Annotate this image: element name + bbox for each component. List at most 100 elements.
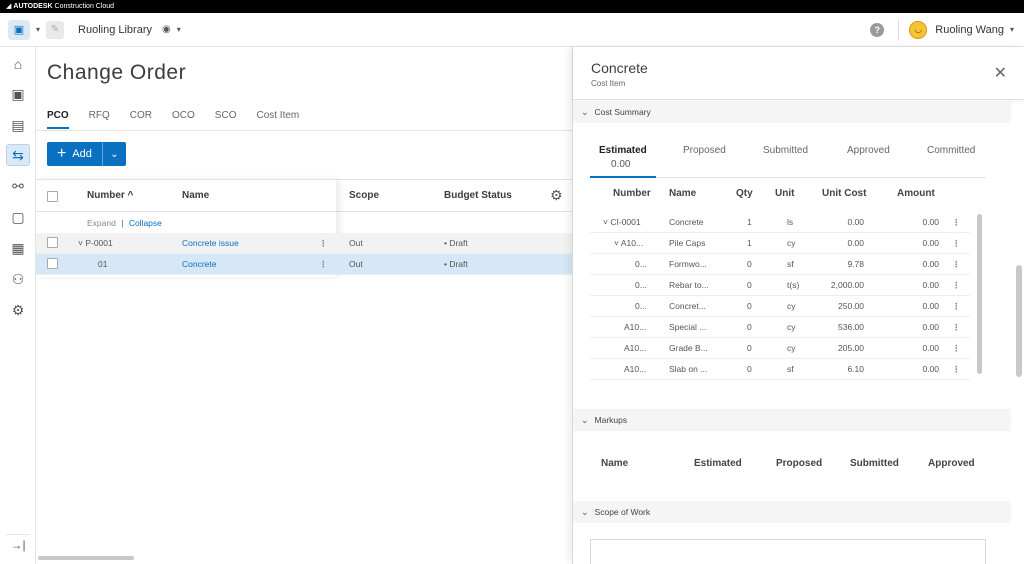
row-number[interactable]: ˅ P-0001 (78, 238, 113, 248)
nav-home[interactable]: ⌂ (6, 53, 30, 75)
table-row[interactable]: 01 Concrete ⋮ Out • Draft (36, 254, 572, 275)
nav-project[interactable]: ▣ (6, 83, 30, 105)
markup-column-proposed: Proposed (776, 458, 823, 469)
tab-sco[interactable]: SCO (215, 110, 237, 129)
column-number[interactable]: Number (613, 188, 651, 199)
cost-row-menu-icon[interactable]: ⋮ (952, 343, 961, 354)
tab-oco[interactable]: OCO (172, 110, 195, 129)
expand-link[interactable]: Expand (87, 218, 116, 228)
cost-row[interactable]: A10... Slab on ... 0 sf 6.10 0.00 ⋮ (590, 359, 970, 380)
module-switcher-chevron-icon[interactable]: ▾ (36, 25, 40, 34)
globe-icon[interactable]: ◉ (162, 24, 171, 35)
add-dropdown-button[interactable]: ⌄ (101, 142, 126, 166)
cost-row-qty: 1 (747, 238, 752, 248)
avatar[interactable]: ◡ (909, 20, 928, 39)
markup-column-approved: Approved (928, 458, 975, 469)
cost-row-menu-icon[interactable]: ⋮ (952, 301, 961, 312)
collapse-icon: →| (10, 537, 26, 552)
user-menu-chevron-icon[interactable]: ▾ (1010, 25, 1014, 34)
horizontal-scrollbar[interactable] (38, 556, 134, 560)
section-markups[interactable]: ⌄ Markups (573, 409, 1011, 431)
nav-insight[interactable]: ⚯ (6, 175, 30, 197)
panel-scrollbar[interactable] (1016, 265, 1022, 377)
cost-item-panel: Concrete Cost Item ✕ ⌄ Cost Summary Esti… (572, 47, 1024, 564)
cost-row-unit-cost: 205.00 (838, 343, 864, 353)
project-name[interactable]: Ruoling Library (78, 24, 152, 36)
cost-row-amount: 0.00 (922, 322, 939, 332)
cost-row[interactable]: 0... Rebar to... 0 t(s) 2,000.00 0.00 ⋮ (590, 275, 970, 296)
scope-of-work-editor[interactable] (590, 539, 986, 564)
tab-cost-item[interactable]: Cost Item (256, 110, 299, 129)
tab-committed[interactable]: Committed (927, 145, 975, 156)
close-icon[interactable]: ✕ (994, 63, 1007, 83)
column-unit-cost[interactable]: Unit Cost (822, 188, 866, 199)
row-checkbox[interactable] (47, 237, 58, 248)
row-name-link[interactable]: Concrete issue (182, 238, 239, 248)
cost-row-number: 0... (635, 259, 647, 269)
column-scope[interactable]: Scope (349, 190, 379, 201)
project-chevron-icon[interactable]: ▾ (177, 25, 181, 34)
cost-row[interactable]: 0... Concret... 0 cy 250.00 0.00 ⋮ (590, 296, 970, 317)
cost-row-menu-icon[interactable]: ⋮ (952, 259, 961, 270)
cost-row-menu-icon[interactable]: ⋮ (952, 322, 961, 333)
nav-members[interactable]: ⚇ (6, 268, 30, 290)
help-icon[interactable]: ? (870, 22, 885, 37)
collapse-link[interactable]: Collapse (129, 218, 162, 228)
column-name[interactable]: Name (669, 188, 696, 199)
column-unit[interactable]: Unit (775, 188, 794, 199)
row-number[interactable]: 01 (98, 259, 107, 269)
column-amount[interactable]: Amount (897, 188, 935, 199)
tab-rfq[interactable]: RFQ (89, 110, 110, 129)
document-icon: ▢ (11, 208, 25, 225)
cost-row-menu-icon[interactable]: ⋮ (952, 217, 961, 228)
section-scope-of-work[interactable]: ⌄ Scope of Work (573, 501, 1011, 523)
cost-row[interactable]: A10... Grade B... 0 cy 205.00 0.00 ⋮ (590, 338, 970, 359)
column-number[interactable]: Number ^ (87, 190, 133, 201)
user-name[interactable]: Ruoling Wang (935, 24, 1004, 36)
row-checkbox[interactable] (47, 258, 58, 269)
cost-row-menu-icon[interactable]: ⋮ (952, 280, 961, 291)
cost-row-amount: 0.00 (922, 301, 939, 311)
panel-subtitle: Cost Item (591, 79, 626, 88)
nav-settings[interactable]: ⚙ (6, 299, 30, 321)
thumbnail-icon: ✎ (50, 24, 60, 35)
module-switcher-button[interactable]: ▣ (8, 19, 30, 40)
table-row[interactable]: ˅ P-0001 Concrete issue ⋮ Out • Draft (36, 233, 572, 254)
cost-row[interactable]: ˅ CI-0001 Concrete 1 ls 0.00 0.00 ⋮ (590, 212, 970, 233)
add-button-group: + Add ⌄ (47, 142, 126, 166)
column-name[interactable]: Name (182, 190, 209, 201)
select-all-checkbox[interactable] (47, 191, 58, 202)
tab-cor[interactable]: COR (130, 110, 152, 129)
cost-row[interactable]: ˅ A10... Pile Caps 1 cy 0.00 0.00 ⋮ (590, 233, 970, 254)
nav-forms[interactable]: ▦ (6, 237, 30, 259)
cost-row[interactable]: A10... Special ... 0 cy 536.00 0.00 ⋮ (590, 317, 970, 338)
column-qty[interactable]: Qty (736, 188, 753, 199)
section-cost-summary[interactable]: ⌄ Cost Summary (573, 101, 1011, 123)
column-budget-status[interactable]: Budget Status (444, 190, 512, 201)
row-menu-icon[interactable]: ⋮ (319, 238, 328, 249)
cost-row-unit: cy (787, 301, 796, 311)
tab-estimated[interactable]: Estimated (599, 145, 647, 156)
cost-row-name: Grade B... (669, 343, 708, 353)
tab-approved[interactable]: Approved (847, 145, 890, 156)
nav-change-order[interactable]: ⇆ (6, 144, 30, 166)
row-menu-icon[interactable]: ⋮ (319, 259, 328, 270)
cost-row-name: Concret... (669, 301, 706, 311)
cost-row-unit: cy (787, 238, 796, 248)
row-status: • Draft (444, 259, 468, 269)
cost-row-qty: 0 (747, 259, 752, 269)
cost-row[interactable]: 0... Formwo... 0 sf 9.78 0.00 ⋮ (590, 254, 970, 275)
cost-row-menu-icon[interactable]: ⋮ (952, 238, 961, 249)
nav-documents[interactable]: ▢ (6, 206, 30, 228)
tab-proposed[interactable]: Proposed (683, 145, 726, 156)
tab-submitted[interactable]: Submitted (763, 145, 808, 156)
nav-cost[interactable]: ▤ (6, 114, 30, 136)
collapse-nav-button[interactable]: →| (6, 534, 30, 554)
cost-row-menu-icon[interactable]: ⋮ (952, 364, 961, 375)
gear-icon[interactable]: ⚙ (550, 187, 563, 204)
row-name-link[interactable]: Concrete (182, 259, 217, 269)
add-button[interactable]: + Add (47, 142, 102, 166)
tab-pco[interactable]: PCO (47, 110, 69, 129)
cost-table-scrollbar[interactable] (977, 214, 982, 374)
change-order-tabs: PCO RFQ COR OCO SCO Cost Item (47, 110, 299, 129)
